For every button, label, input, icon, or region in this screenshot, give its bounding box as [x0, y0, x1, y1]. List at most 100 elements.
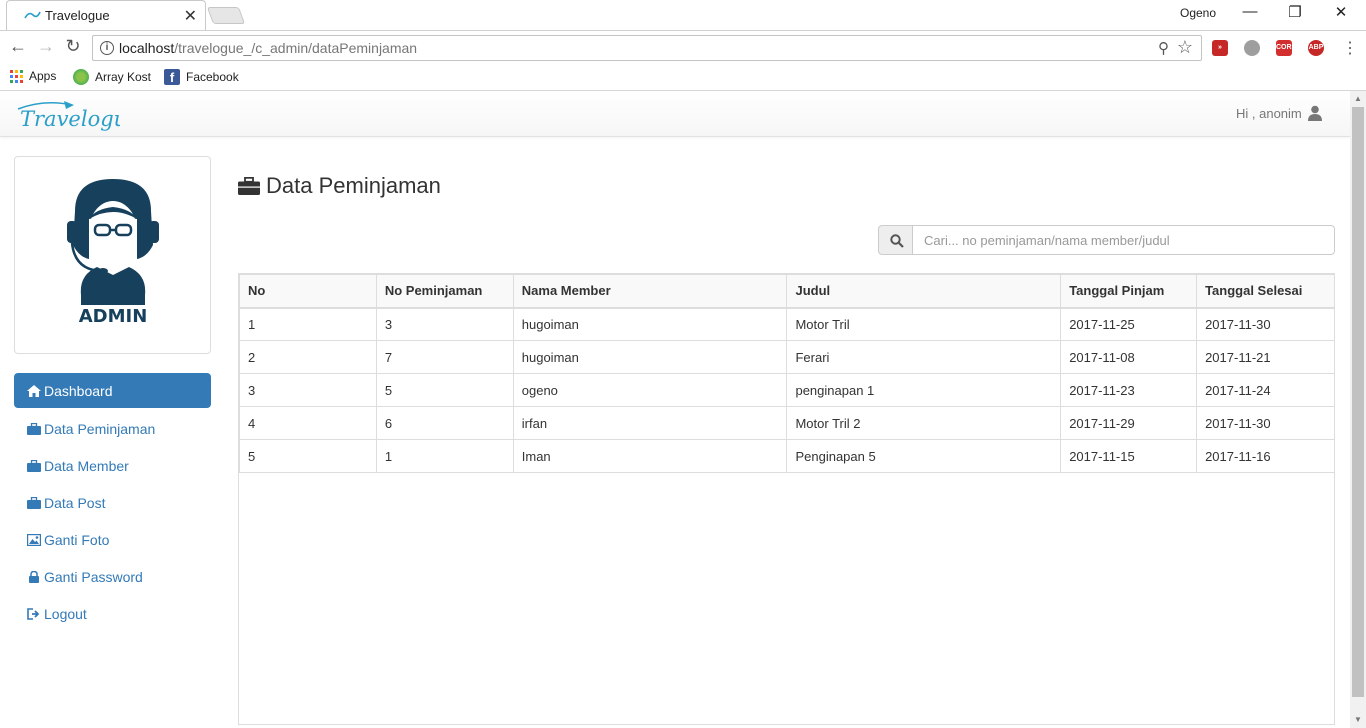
- cell-no: 3: [239, 373, 377, 407]
- cell-judul: Motor Tril 2: [786, 406, 1062, 440]
- back-arrow-icon[interactable]: ←: [6, 36, 30, 57]
- user-icon[interactable]: [1308, 105, 1322, 121]
- apps-grid-icon: [10, 69, 23, 83]
- bookmark-label: Apps: [29, 69, 57, 83]
- cell-no: 5: [239, 439, 377, 473]
- cell-nama-member: Iman: [512, 439, 788, 473]
- cell-judul: Ferari: [786, 340, 1062, 374]
- cell-no: 2: [239, 340, 377, 374]
- table-row[interactable]: 3 5 ogeno penginapan 1 2017-11-23 2017-1…: [239, 373, 1335, 407]
- cell-tanggal-pinjam: 2017-11-15: [1060, 439, 1198, 473]
- url-text[interactable]: localhost/travelogue_/c_admin/dataPeminj…: [119, 40, 417, 56]
- sidebar-item-logout[interactable]: Logout: [14, 595, 211, 632]
- column-header-nama-member[interactable]: Nama Member: [512, 274, 788, 309]
- peminjaman-table: No No Peminjaman Nama Member Judul Tangg…: [239, 274, 1335, 473]
- travelogue-logo[interactable]: Travelogue: [14, 97, 120, 131]
- cell-tanggal-selesai: 2017-11-21: [1196, 340, 1335, 374]
- browser-menu-icon[interactable]: ⋮: [1342, 38, 1358, 58]
- extension-fastforward-icon[interactable]: »: [1212, 40, 1228, 56]
- extension-cors-icon[interactable]: CORS: [1276, 40, 1296, 56]
- table-row[interactable]: 1 3 hugoiman Motor Tril 2017-11-25 2017-…: [239, 307, 1335, 341]
- bookmark-apps[interactable]: Apps: [10, 69, 56, 83]
- cell-nama-member: hugoiman: [512, 307, 788, 341]
- column-header-no[interactable]: No: [239, 274, 377, 309]
- zoom-icon[interactable]: ⚲: [1158, 39, 1169, 57]
- sidebar-item-label: Data Member: [44, 457, 129, 474]
- table-header-row: No No Peminjaman Nama Member Judul Tangg…: [239, 274, 1335, 309]
- table-row[interactable]: 4 6 irfan Motor Tril 2 2017-11-29 2017-1…: [239, 406, 1335, 440]
- table-row[interactable]: 5 1 Iman Penginapan 5 2017-11-15 2017-11…: [239, 439, 1335, 473]
- search-button[interactable]: [878, 225, 913, 255]
- profile-card: ADMIN: [14, 156, 211, 354]
- cell-judul: Penginapan 5: [786, 439, 1062, 473]
- sidebar-item-label: Dashboard: [44, 382, 113, 399]
- sidebar-item-label: Logout: [44, 605, 87, 622]
- travelogue-favicon-icon: [24, 11, 41, 19]
- cell-judul: penginapan 1: [786, 373, 1062, 407]
- bookmark-facebook[interactable]: f Facebook: [164, 69, 239, 85]
- close-window-icon[interactable]: ✕: [1326, 3, 1356, 21]
- search-icon: [890, 234, 904, 248]
- facebook-icon: f: [164, 69, 180, 85]
- lock-icon: [29, 570, 39, 583]
- scrollbar-thumb[interactable]: [1352, 107, 1364, 697]
- forward-arrow-icon[interactable]: →: [34, 36, 58, 57]
- user-greeting[interactable]: Hi , anonim: [1236, 106, 1302, 121]
- cell-no-peminjaman: 3: [375, 307, 514, 341]
- bookmark-array-kost[interactable]: Array Kost: [73, 69, 151, 85]
- minimize-icon[interactable]: —: [1235, 3, 1265, 20]
- sidebar-item-ganti-foto[interactable]: Ganti Foto: [14, 521, 211, 558]
- cell-tanggal-pinjam: 2017-11-23: [1060, 373, 1198, 407]
- cell-no: 1: [239, 307, 377, 341]
- table-row[interactable]: 2 7 hugoiman Ferari 2017-11-08 2017-11-2…: [239, 340, 1335, 374]
- restore-icon[interactable]: ❐: [1280, 3, 1310, 21]
- cell-tanggal-selesai: 2017-11-16: [1196, 439, 1335, 473]
- cell-nama-member: irfan: [512, 406, 788, 440]
- reload-icon[interactable]: ↻: [61, 36, 85, 57]
- page-viewport: Travelogue Hi , anonim ADMIN Dashboa: [0, 91, 1350, 728]
- cell-tanggal-pinjam: 2017-11-25: [1060, 307, 1198, 341]
- extension-gray-icon[interactable]: [1244, 40, 1260, 56]
- home-icon: [27, 384, 41, 397]
- sidebar-item-data-peminjaman[interactable]: Data Peminjaman: [14, 410, 211, 447]
- column-header-no-peminjaman[interactable]: No Peminjaman: [375, 274, 514, 309]
- extension-abp-icon[interactable]: ABP: [1308, 40, 1324, 56]
- info-icon[interactable]: i: [100, 41, 114, 55]
- cell-nama-member: ogeno: [512, 373, 788, 407]
- browser-tab-strip: Travelogue ✕ Ogeno — ❐ ✕: [0, 0, 1366, 30]
- sidebar-item-ganti-password[interactable]: Ganti Password: [14, 558, 211, 595]
- search-group: [878, 225, 1335, 255]
- cell-tanggal-pinjam: 2017-11-08: [1060, 340, 1198, 374]
- column-header-tanggal-pinjam[interactable]: Tanggal Pinjam: [1060, 274, 1198, 309]
- tab-close-icon[interactable]: ✕: [184, 6, 197, 26]
- search-input[interactable]: [912, 225, 1335, 255]
- bookmarks-bar: Apps Array Kost f Facebook: [0, 65, 1366, 91]
- browser-tab[interactable]: Travelogue ✕: [6, 0, 206, 30]
- new-tab-button[interactable]: [206, 7, 246, 24]
- admin-avatar: ADMIN: [67, 179, 159, 327]
- sidebar-item-dashboard[interactable]: Dashboard: [14, 373, 211, 408]
- sidebar-item-data-post[interactable]: Data Post: [14, 484, 211, 521]
- sidebar-item-label: Data Post: [44, 494, 106, 511]
- column-header-tanggal-selesai[interactable]: Tanggal Selesai: [1196, 274, 1335, 309]
- cell-no-peminjaman: 6: [375, 406, 514, 440]
- sidebar-item-label: Ganti Foto: [44, 531, 110, 548]
- data-table-panel: No No Peminjaman Nama Member Judul Tangg…: [238, 273, 1335, 725]
- profile-name[interactable]: Ogeno: [1180, 6, 1216, 20]
- address-bar[interactable]: i localhost/travelogue_/c_admin/dataPemi…: [92, 35, 1202, 61]
- briefcase-icon: [27, 422, 41, 435]
- cell-judul: Motor Tril: [786, 307, 1062, 341]
- cell-tanggal-selesai: 2017-11-30: [1196, 406, 1335, 440]
- page-title-text: Data Peminjaman: [266, 173, 441, 198]
- column-header-judul[interactable]: Judul: [786, 274, 1062, 309]
- cell-tanggal-pinjam: 2017-11-29: [1060, 406, 1198, 440]
- briefcase-icon: [27, 459, 41, 472]
- sidebar-item-label: Data Peminjaman: [44, 420, 156, 437]
- cell-tanggal-selesai: 2017-11-30: [1196, 307, 1335, 341]
- sidebar-item-data-member[interactable]: Data Member: [14, 447, 211, 484]
- bookmark-star-icon[interactable]: ☆: [1177, 37, 1193, 58]
- page-scrollbar[interactable]: ▲ ▼: [1350, 91, 1366, 728]
- scroll-down-icon[interactable]: ▼: [1354, 715, 1362, 724]
- scroll-up-icon[interactable]: ▲: [1354, 94, 1362, 103]
- bookmark-label: Facebook: [186, 70, 239, 84]
